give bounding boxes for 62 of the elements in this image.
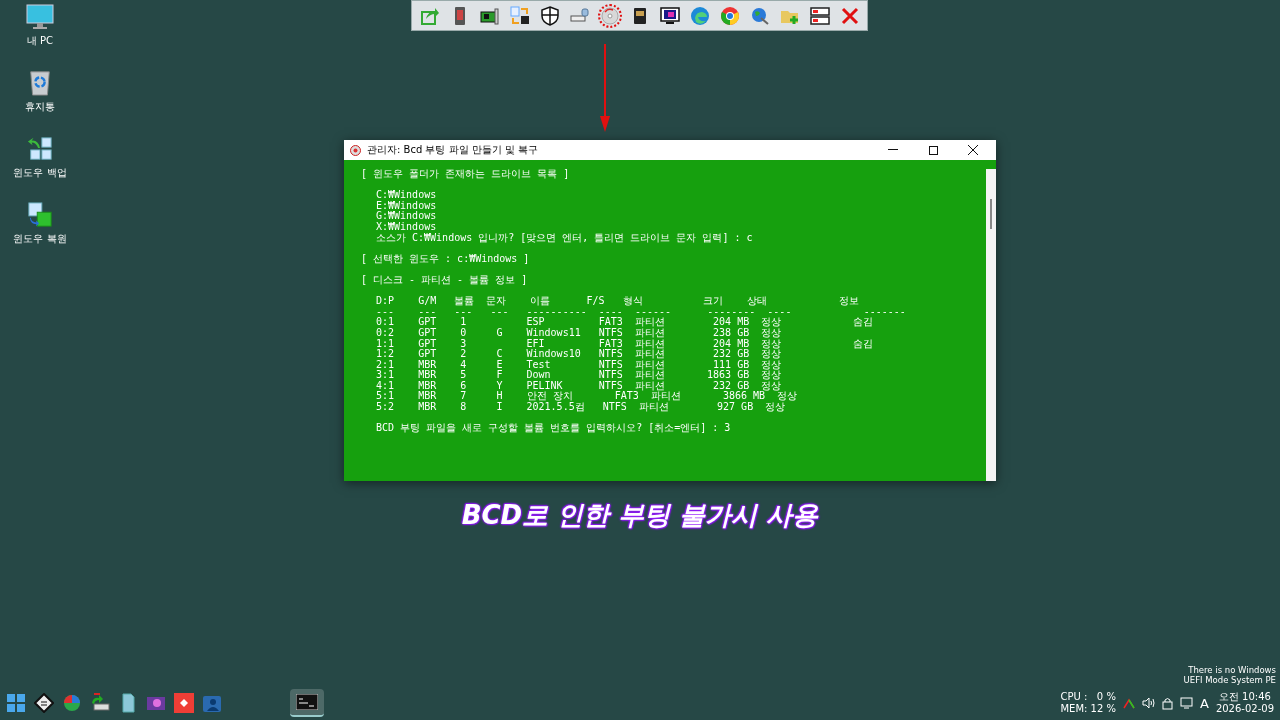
- down-arrow-icon: [599, 44, 611, 132]
- console-icon[interactable]: [296, 694, 318, 710]
- backup-icon: [26, 136, 54, 162]
- notice-text: There is no Windows: [1188, 665, 1276, 675]
- remote-desktop-icon: [174, 693, 194, 713]
- notice-text: UEFI Mode System PE: [1183, 675, 1276, 685]
- lock-icon[interactable]: [1161, 696, 1173, 710]
- swap-arrows-icon: [509, 5, 530, 26]
- browser-icon: [689, 5, 710, 26]
- console-line: 5:2 MBR 8 I 2021.5.5컴 NTFS 파티션 927 GB 정상: [376, 402, 787, 413]
- window-title: 관리자: Bcd 부팅 파일 만들기 및 복구: [367, 143, 540, 157]
- memory-usage: MEM: 12 %: [1060, 703, 1116, 715]
- console-line: 5:1 MBR 7 H 안전 장치 FAT3 파티션 3866 MB 정상: [376, 391, 799, 402]
- close-icon[interactable]: [968, 145, 978, 155]
- console-line: 3:1 MBR 5 F Down NTFS 파티션 1863 GB 정상: [376, 370, 783, 381]
- network-icon[interactable]: [1122, 697, 1135, 709]
- caption: BCD로 인한 부팅 불가시 사용: [461, 499, 819, 532]
- console-line: D:P G/M 볼륨 문자 이름 F/S 형식 크기 상태 정보: [376, 296, 861, 307]
- console-line: 4:1 MBR 6 Y PELINK NTFS 파티션 232 GB 정상: [376, 380, 782, 392]
- console-line: E:₩Windows: [376, 200, 438, 211]
- circuit-board-icon: [479, 5, 500, 26]
- browser-icon: [719, 5, 740, 26]
- maximize-icon[interactable]: [928, 145, 938, 155]
- speaker-icon[interactable]: [1141, 697, 1155, 709]
- clock-date[interactable]: 2026-02-09: [1215, 703, 1274, 715]
- pie-chart-icon: [62, 693, 82, 713]
- console-line: X:₩Windows: [376, 221, 438, 233]
- globe-icon: [749, 5, 770, 26]
- monitor-icon: [26, 4, 54, 30]
- console-line: 1:1 GPT 3 EFI FAT3 파티션 204 MB 정상 숨김: [376, 338, 875, 349]
- console-line: C:₩Windows: [376, 190, 438, 201]
- users-icon: [202, 693, 222, 713]
- console-line: 소스가 C:₩Windows 입니까? [맞으면 엔터, 틀리면 드라이브 문자 입력] : c: [376, 232, 754, 244]
- server-icon: [809, 5, 830, 26]
- desktop-icon-label[interactable]: 내 PC: [26, 34, 54, 48]
- console-line: 0:2 GPT 0 G Windows11 NTFS 파티션 238 GB 정상: [376, 327, 783, 339]
- restore-icon: [26, 202, 54, 228]
- monitor-icon: [659, 5, 680, 26]
- drive-sync-icon: [90, 693, 110, 713]
- start-icon: [6, 693, 26, 713]
- close-icon: [839, 5, 860, 26]
- recycle-bin-icon: [28, 70, 52, 96]
- desktop-icon-label[interactable]: 휴지통: [25, 100, 55, 114]
- cpu-usage: CPU : 0 %: [1060, 691, 1116, 703]
- console-line: G:₩Windows: [376, 211, 438, 222]
- console-line: [ 디스크 - 파티션 - 볼륨 정보 ]: [361, 274, 529, 286]
- console-line: [ 윈도우 폴더가 존재하는 드라이브 목록 ]: [361, 169, 571, 180]
- desktop-icon-label[interactable]: 윈도우 복원: [13, 232, 67, 246]
- console-line: BCD 부팅 파일을 새로 구성할 볼륨 번호를 입력하시오? [취소=엔터] : 3: [376, 423, 732, 434]
- console-line: 0:1 GPT 1 ESP FAT3 파티션 204 MB 정상 숨김: [376, 317, 875, 328]
- console-line: 1:2 GPT 2 C Windows10 NTFS 파티션 232 GB 정상: [376, 349, 783, 360]
- input-mode[interactable]: A: [1199, 695, 1209, 711]
- desktop-icon-label[interactable]: 윈도우 백업: [13, 166, 67, 180]
- monitor-icon[interactable]: [1179, 697, 1193, 709]
- console-line: 2:1 MBR 4 E Test NTFS 파티션 111 GB 정상: [376, 359, 783, 371]
- app-icon: [350, 144, 361, 156]
- clock-time[interactable]: 오전 10:46: [1218, 691, 1271, 703]
- console-line: --- --- --- --- ---------- ---- ------ -------- ---- -------: [376, 306, 907, 317]
- console-line: [ 선택한 윈도우 : c:₩Windows ]: [361, 253, 531, 265]
- minimize-icon[interactable]: [888, 149, 898, 151]
- disc-icon: [599, 5, 620, 26]
- shield-icon: [539, 5, 560, 26]
